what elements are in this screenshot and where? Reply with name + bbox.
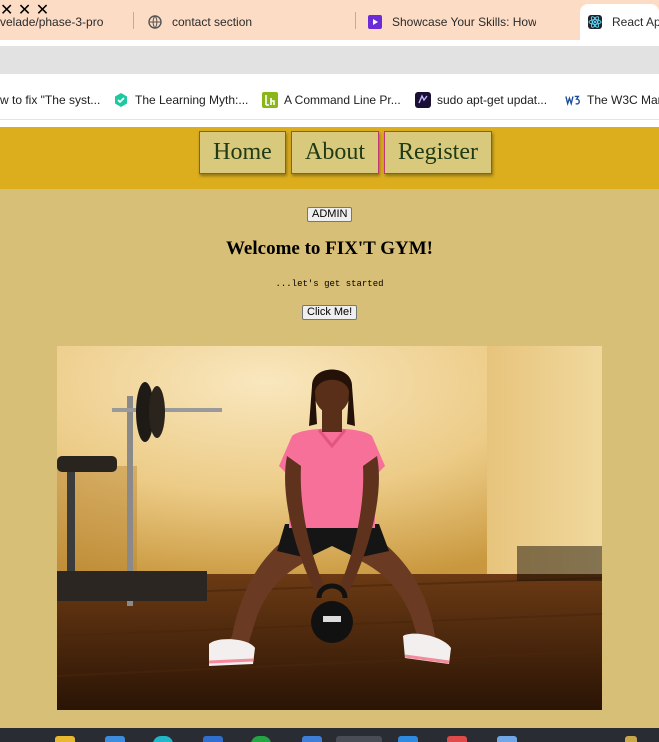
site-navbar: Home About Register (0, 127, 659, 189)
react-icon (588, 15, 602, 29)
nav-home-link[interactable]: Home (199, 131, 286, 174)
nav-about-link[interactable]: About (291, 131, 379, 174)
app-icon[interactable] (497, 736, 517, 742)
tagline: ...let's get started (275, 279, 384, 289)
w3c-icon (565, 92, 581, 108)
click-me-button[interactable]: Click Me! (302, 305, 358, 320)
tab-title: velade/phase-3-pro (0, 15, 104, 29)
tab-separator (355, 12, 356, 29)
bookmark-label: The Learning Myth:... (135, 93, 249, 107)
tab-title: Showcase Your Skills: How to (392, 15, 536, 29)
admin-button[interactable]: ADMIN (307, 207, 353, 222)
app-icon[interactable] (625, 736, 637, 742)
app-icon[interactable] (447, 736, 467, 742)
lh-icon (262, 92, 278, 108)
os-taskbar (0, 728, 659, 742)
bookmark-label: w to fix "The syst... (0, 93, 101, 107)
hexagon-icon (113, 92, 129, 108)
pluralsight-icon (368, 15, 382, 29)
bookmark-item[interactable]: The Learning Myth:... (113, 80, 251, 120)
edge-icon[interactable] (153, 736, 173, 742)
terminal-icon (415, 92, 431, 108)
bookmark-item[interactable]: The W3C Mar (565, 80, 659, 120)
app-icon[interactable] (398, 736, 418, 742)
bookmark-item[interactable]: w to fix "The syst... (0, 80, 104, 120)
tab-title: contact section (172, 15, 253, 29)
nav-register-link[interactable]: Register (384, 131, 492, 174)
browser-tab-active[interactable]: React Ap (580, 4, 659, 40)
tab-separator (133, 12, 134, 29)
file-explorer-icon[interactable] (55, 736, 75, 742)
store-icon[interactable] (105, 736, 125, 742)
bookmark-label: The W3C Mar (587, 93, 659, 107)
browser-tab-3[interactable]: Showcase Your Skills: How to (368, 4, 536, 40)
chrome-active-icon[interactable] (336, 736, 382, 742)
hero-image (57, 346, 602, 710)
app-icon[interactable] (302, 736, 322, 742)
bookmark-item[interactable]: A Command Line Pr... (262, 80, 402, 120)
browser-tab-2[interactable]: contact section (148, 4, 348, 40)
vscode-icon[interactable] (203, 736, 223, 742)
bookmark-label: A Command Line Pr... (284, 93, 401, 107)
whatsapp-icon[interactable] (251, 736, 271, 742)
address-bar[interactable] (0, 46, 659, 74)
bookmark-item[interactable]: sudo apt-get updat... (415, 80, 555, 120)
browser-toolbar (0, 40, 659, 80)
globe-icon (148, 15, 162, 29)
browser-tab-1[interactable]: velade/phase-3-pro (0, 4, 120, 40)
bookmark-label: sudo apt-get updat... (437, 93, 548, 107)
bookmarks-bar: w to fix "The syst... The Learning Myth:… (0, 80, 659, 120)
browser-tab-strip: velade/phase-3-pro ✕ contact section ✕ S… (0, 0, 659, 40)
page-title: Welcome to FIX'T GYM! (225, 238, 434, 259)
tab-title: React Ap (612, 15, 659, 29)
page-top-margin (0, 120, 659, 127)
